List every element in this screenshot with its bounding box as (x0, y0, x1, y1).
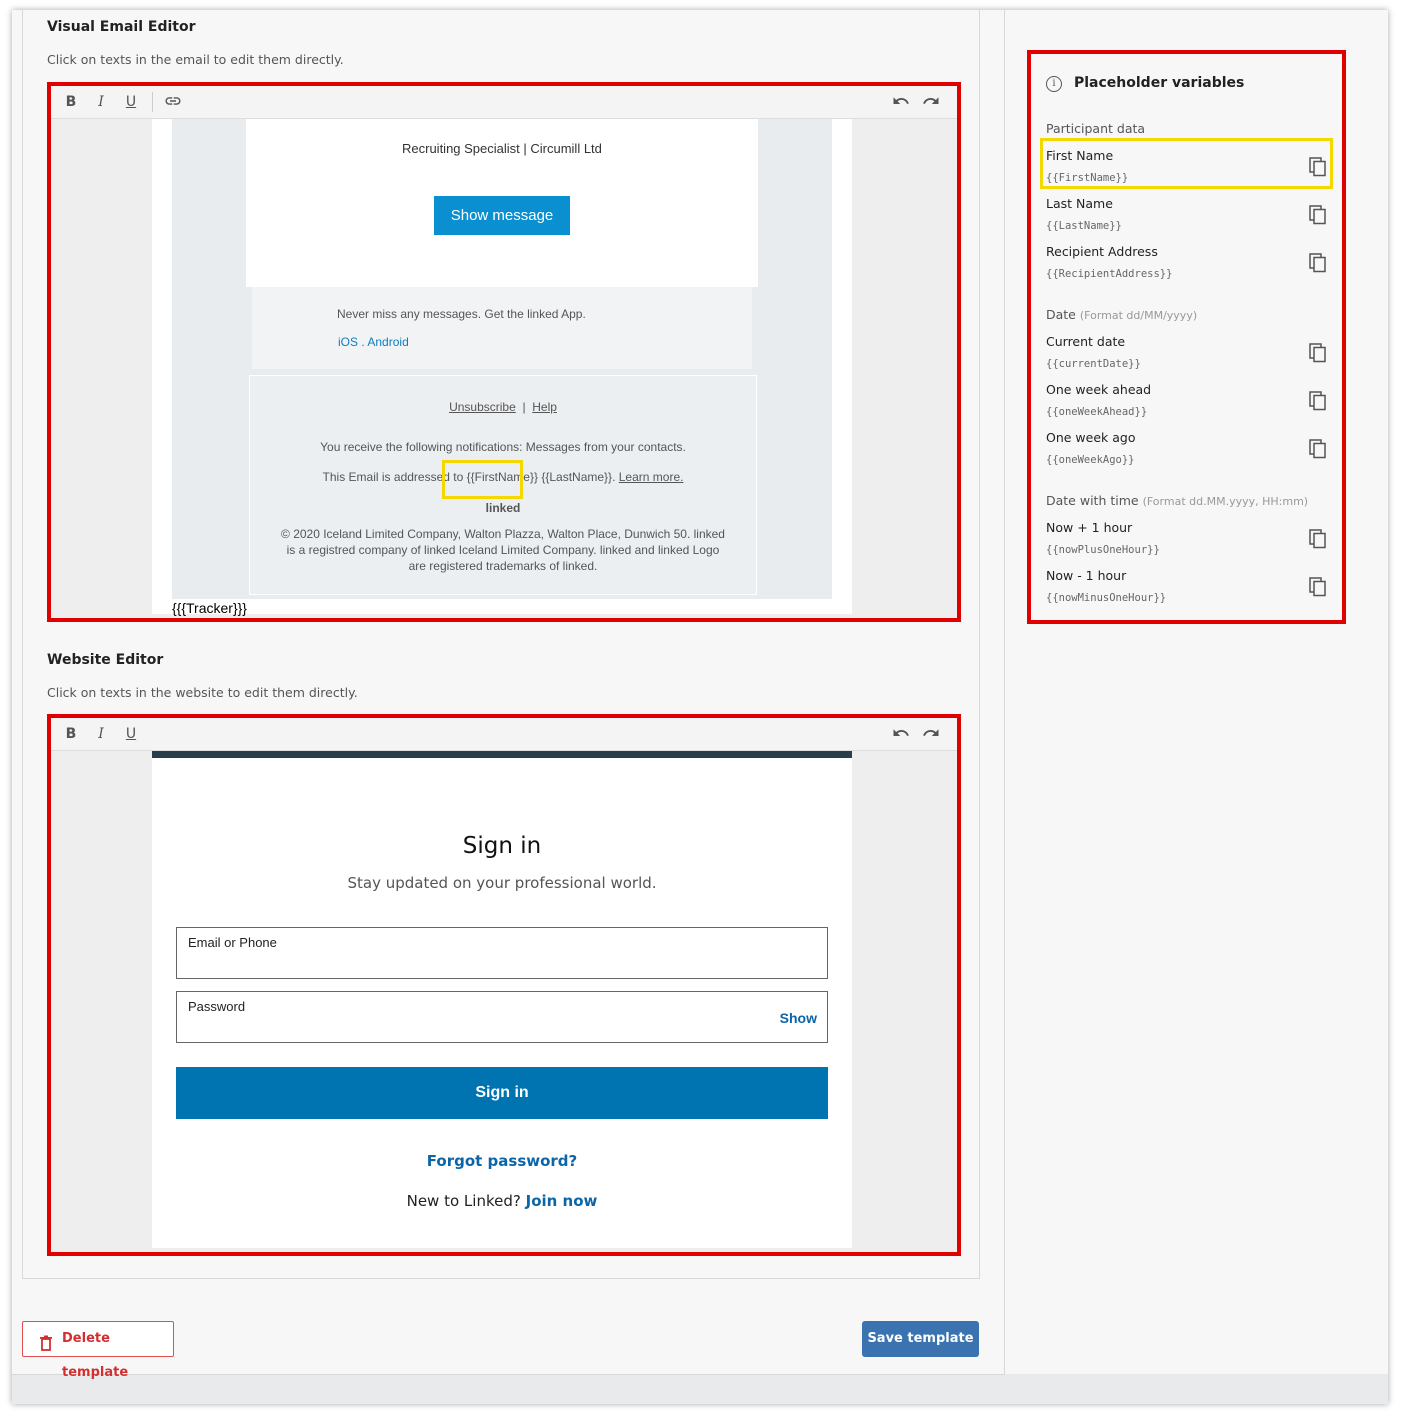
new-to-linked-text: New to Linked? (406, 1192, 521, 1210)
last-name-variable[interactable]: {{LastName}}. (541, 470, 615, 484)
delete-template-button[interactable]: Delete template (22, 1321, 174, 1380)
notifications-text[interactable]: You receive the following notifications:… (250, 440, 756, 454)
italic-button[interactable]: I (91, 91, 111, 113)
group-participant-data: Participant data (1046, 121, 1145, 136)
copyright-line-1[interactable]: © 2020 Iceland Limited Company, Walton P… (250, 527, 756, 541)
group-format: (Format dd/MM/yyyy) (1079, 309, 1198, 322)
sidebar-bottom (1005, 1374, 1388, 1404)
template-editor-panel: Visual Email Editor Click on texts in th… (12, 10, 1005, 1380)
group-date: Date (Format dd/MM/yyyy) (1046, 307, 1197, 322)
email-editor-toolbar: B I U (51, 86, 957, 119)
footer-separator: | (522, 400, 526, 414)
underline-button[interactable]: U (121, 723, 141, 745)
placeholder-name: Now + 1 hour (1046, 520, 1133, 535)
password-input[interactable]: Password Show (176, 991, 828, 1043)
app-promo-text[interactable]: Never miss any messages. Get the linked … (337, 307, 586, 321)
placeholder-name: Now - 1 hour (1046, 568, 1127, 583)
placeholder-code: {{oneWeekAgo}} (1046, 454, 1135, 466)
forgot-password-link: Forgot password? (152, 1152, 852, 1170)
learn-more-link[interactable]: Learn more. (619, 470, 684, 484)
website-editor-title: Website Editor (47, 652, 164, 668)
join-line: New to Linked? Join now (152, 1192, 852, 1210)
footer-links: Unsubscribe | Help (250, 400, 756, 414)
show-message-button[interactable]: Show message (434, 196, 570, 235)
website-canvas: Sign in Stay updated on your professiona… (152, 751, 852, 1248)
group-date-with-time: Date with time (Format dd.MM.yyyy, HH:mm… (1046, 493, 1308, 508)
copy-icon[interactable] (1309, 343, 1327, 363)
site-top-bar (152, 751, 852, 758)
link-dot: . (361, 335, 365, 349)
placeholder-name: First Name (1046, 148, 1114, 163)
copyright-line-3[interactable]: are registered trademarks of linked. (250, 559, 756, 573)
placeholder-code: {{FirstName}} (1046, 172, 1129, 184)
placeholder-name: Recipient Address (1046, 244, 1158, 259)
email-editor-title: Visual Email Editor (47, 19, 196, 35)
toolbar-divider (152, 92, 153, 112)
copy-icon[interactable] (1309, 391, 1327, 411)
placeholder-code: {{oneWeekAhead}} (1046, 406, 1148, 418)
email-editor-subtitle: Click on texts in the email to edit them… (47, 52, 344, 67)
android-link[interactable]: Android (367, 335, 408, 349)
show-password-button[interactable]: Show (780, 1010, 817, 1026)
placeholder-name: One week ago (1046, 430, 1136, 445)
copyright-line-2[interactable]: is a registred company of linked Iceland… (250, 543, 756, 557)
copy-icon[interactable] (1309, 157, 1327, 177)
password-label: Password (188, 999, 246, 1014)
group-label: Date (1046, 307, 1076, 322)
link-icon[interactable] (163, 92, 183, 114)
help-link[interactable]: Help (532, 400, 557, 414)
delete-template-label: Delete template (62, 1331, 129, 1380)
website-editor-subtitle: Click on texts in the website to edit th… (47, 685, 358, 700)
undo-icon[interactable] (891, 724, 911, 746)
info-icon: i (1046, 76, 1062, 92)
website-editor-toolbar: B I U (51, 718, 957, 751)
bold-button[interactable]: B (61, 91, 81, 113)
undo-icon[interactable] (891, 92, 911, 114)
forgot-password-text[interactable]: Forgot password? (427, 1152, 578, 1170)
email-canvas: Recruiting Specialist | Circumill Ltd Sh… (152, 119, 852, 616)
signin-tagline[interactable]: Stay updated on your professional world. (152, 874, 852, 892)
join-now-link[interactable]: Join now (526, 1192, 598, 1210)
italic-button[interactable]: I (91, 723, 111, 745)
placeholder-name: Last Name (1046, 196, 1113, 211)
placeholder-code: {{RecipientAddress}} (1046, 268, 1173, 280)
group-format: (Format dd.MM.yyyy, HH:mm) (1142, 495, 1309, 508)
sign-in-button[interactable]: Sign in (176, 1067, 828, 1119)
copy-icon[interactable] (1309, 205, 1327, 225)
unsubscribe-link[interactable]: Unsubscribe (449, 400, 516, 414)
ios-link[interactable]: iOS (338, 335, 358, 349)
trash-icon (39, 1331, 55, 1351)
signin-heading[interactable]: Sign in (152, 833, 852, 859)
bold-button[interactable]: B (61, 723, 81, 745)
email-or-phone-label: Email or Phone (188, 935, 277, 950)
redo-icon[interactable] (921, 724, 941, 746)
underline-button[interactable]: U (121, 91, 141, 113)
placeholder-code: {{nowMinusOneHour}} (1046, 592, 1167, 604)
tracker-variable[interactable]: {{{Tracker}}} (172, 600, 247, 616)
brand-name[interactable]: linked (250, 501, 756, 515)
placeholder-code: {{LastName}} (1046, 220, 1122, 232)
placeholder-variables-panel: i Placeholder variables Participant data… (1027, 50, 1346, 624)
placeholder-title: Placeholder variables (1074, 75, 1245, 91)
group-label: Participant data (1046, 121, 1146, 136)
copy-icon[interactable] (1309, 529, 1327, 549)
group-label: Date with time (1046, 493, 1139, 508)
redo-icon[interactable] (921, 92, 941, 114)
email-or-phone-input[interactable]: Email or Phone (176, 927, 828, 979)
first-name-highlight (442, 460, 523, 499)
email-editor: B I U Recruiting Specialist | Circumill … (47, 82, 961, 622)
app-promo-box: Never miss any messages. Get the linked … (252, 287, 752, 369)
app-links: iOS . Android (338, 335, 409, 349)
placeholder-name: Current date (1046, 334, 1126, 349)
copy-icon[interactable] (1309, 439, 1327, 459)
placeholder-code: {{currentDate}} (1046, 358, 1141, 370)
website-editor: B I U Sign in Stay updated on your profe… (47, 714, 961, 1256)
copy-icon[interactable] (1309, 577, 1327, 597)
copy-icon[interactable] (1309, 253, 1327, 273)
sender-line[interactable]: Recruiting Specialist | Circumill Ltd (402, 141, 602, 156)
save-template-button[interactable]: Save template (862, 1321, 979, 1357)
app-window: Visual Email Editor Click on texts in th… (12, 10, 1388, 1404)
placeholder-name: One week ahead (1046, 382, 1152, 397)
placeholder-code: {{nowPlusOneHour}} (1046, 544, 1160, 556)
